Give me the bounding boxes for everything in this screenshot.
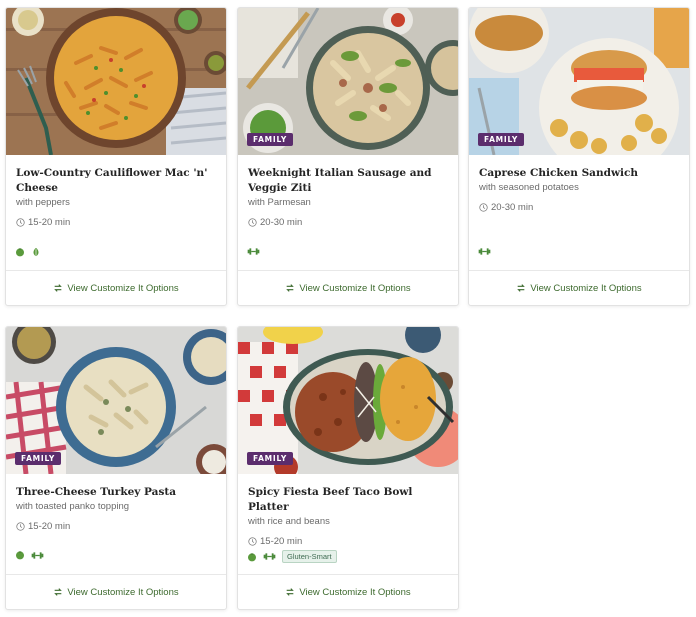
- customize-options-link[interactable]: View Customize It Options: [238, 270, 458, 305]
- recipe-subtitle: with toasted panko topping: [16, 501, 130, 512]
- cook-time-value: 15-20 min: [260, 536, 303, 547]
- customize-options-link[interactable]: View Customize It Options: [6, 270, 226, 305]
- cook-time: 20-30 min: [248, 217, 450, 228]
- protein-dumbbell-icon: [247, 247, 260, 256]
- clock-icon: [479, 203, 488, 212]
- customize-options-label: View Customize It Options: [67, 282, 179, 294]
- gluten-smart-tag: Gluten-Smart: [282, 550, 337, 563]
- recipe-info: Low-Country Cauliflower Mac 'n' Cheese w…: [16, 166, 218, 228]
- customize-options-label: View Customize It Options: [67, 586, 179, 598]
- swap-icon: [516, 283, 526, 293]
- dietary-leaf-icon: [31, 247, 41, 257]
- veggie-icon: [15, 550, 25, 560]
- recipe-subtitle: with rice and beans: [248, 516, 330, 527]
- recipe-card[interactable]: FAMILY Caprese Chicken Sandwich with sea…: [468, 7, 690, 306]
- recipe-image[interactable]: FAMILY: [6, 327, 226, 474]
- recipe-info: Three-Cheese Turkey Pasta with toasted p…: [16, 485, 218, 532]
- protein-dumbbell-icon: [31, 551, 44, 560]
- cook-time-value: 20-30 min: [260, 217, 303, 228]
- clock-icon: [248, 537, 257, 546]
- recipe-title[interactable]: Weeknight Italian Sausage and Veggie Zit…: [248, 166, 450, 196]
- cook-time: 15-20 min: [16, 217, 218, 228]
- customize-options-label: View Customize It Options: [299, 282, 411, 294]
- cook-time: 15-20 min: [16, 521, 218, 532]
- recipe-subtitle: with Parmesan: [248, 197, 311, 208]
- recipe-tags: [247, 247, 260, 256]
- swap-icon: [53, 587, 63, 597]
- recipe-card[interactable]: FAMILY Spicy Fiesta Beef Taco Bowl Platt…: [237, 326, 459, 610]
- swap-icon: [285, 587, 295, 597]
- recipe-card[interactable]: FAMILY Weeknight Italian Sausage and Veg…: [237, 7, 459, 306]
- cook-time: 15-20 min: [248, 536, 450, 547]
- recipe-image[interactable]: FAMILY: [238, 327, 458, 474]
- swap-icon: [53, 283, 63, 293]
- recipe-tags: [15, 247, 41, 257]
- recipe-info: Spicy Fiesta Beef Taco Bowl Platter with…: [248, 485, 450, 547]
- recipe-subtitle: with seasoned potatoes: [479, 182, 579, 193]
- recipe-info: Caprese Chicken Sandwich with seasoned p…: [479, 166, 681, 213]
- cook-time-value: 15-20 min: [28, 521, 71, 532]
- clock-icon: [16, 522, 25, 531]
- recipe-tags: Gluten-Smart: [247, 550, 337, 563]
- swap-icon: [285, 283, 295, 293]
- recipe-info: Weeknight Italian Sausage and Veggie Zit…: [248, 166, 450, 228]
- recipe-tags: [478, 247, 491, 256]
- recipe-card[interactable]: Low-Country Cauliflower Mac 'n' Cheese w…: [5, 7, 227, 306]
- cook-time-value: 15-20 min: [28, 217, 71, 228]
- family-badge: FAMILY: [247, 133, 294, 146]
- recipe-image[interactable]: [6, 8, 226, 155]
- recipe-title[interactable]: Low-Country Cauliflower Mac 'n' Cheese: [16, 166, 218, 196]
- customize-options-label: View Customize It Options: [530, 282, 642, 294]
- cook-time: 20-30 min: [479, 202, 681, 213]
- protein-dumbbell-icon: [263, 552, 276, 561]
- customize-options-link[interactable]: View Customize It Options: [6, 574, 226, 609]
- recipe-image[interactable]: FAMILY: [469, 8, 689, 155]
- veggie-icon: [15, 247, 25, 257]
- recipe-tags: [15, 550, 44, 560]
- recipe-title[interactable]: Spicy Fiesta Beef Taco Bowl Platter: [248, 485, 450, 515]
- recipe-subtitle: with peppers: [16, 197, 70, 208]
- recipe-grid: Low-Country Cauliflower Mac 'n' Cheese w…: [0, 0, 696, 617]
- recipe-title[interactable]: Three-Cheese Turkey Pasta: [16, 485, 218, 500]
- family-badge: FAMILY: [478, 133, 525, 146]
- recipe-title[interactable]: Caprese Chicken Sandwich: [479, 166, 681, 181]
- customize-options-link[interactable]: View Customize It Options: [469, 270, 689, 305]
- recipe-image[interactable]: FAMILY: [238, 8, 458, 155]
- family-badge: FAMILY: [15, 452, 62, 465]
- customize-options-link[interactable]: View Customize It Options: [238, 574, 458, 609]
- recipe-card[interactable]: FAMILY Three-Cheese Turkey Pasta with to…: [5, 326, 227, 610]
- cook-time-value: 20-30 min: [491, 202, 534, 213]
- family-badge: FAMILY: [247, 452, 294, 465]
- protein-dumbbell-icon: [478, 247, 491, 256]
- customize-options-label: View Customize It Options: [299, 586, 411, 598]
- clock-icon: [16, 218, 25, 227]
- veggie-icon: [247, 552, 257, 562]
- clock-icon: [248, 218, 257, 227]
